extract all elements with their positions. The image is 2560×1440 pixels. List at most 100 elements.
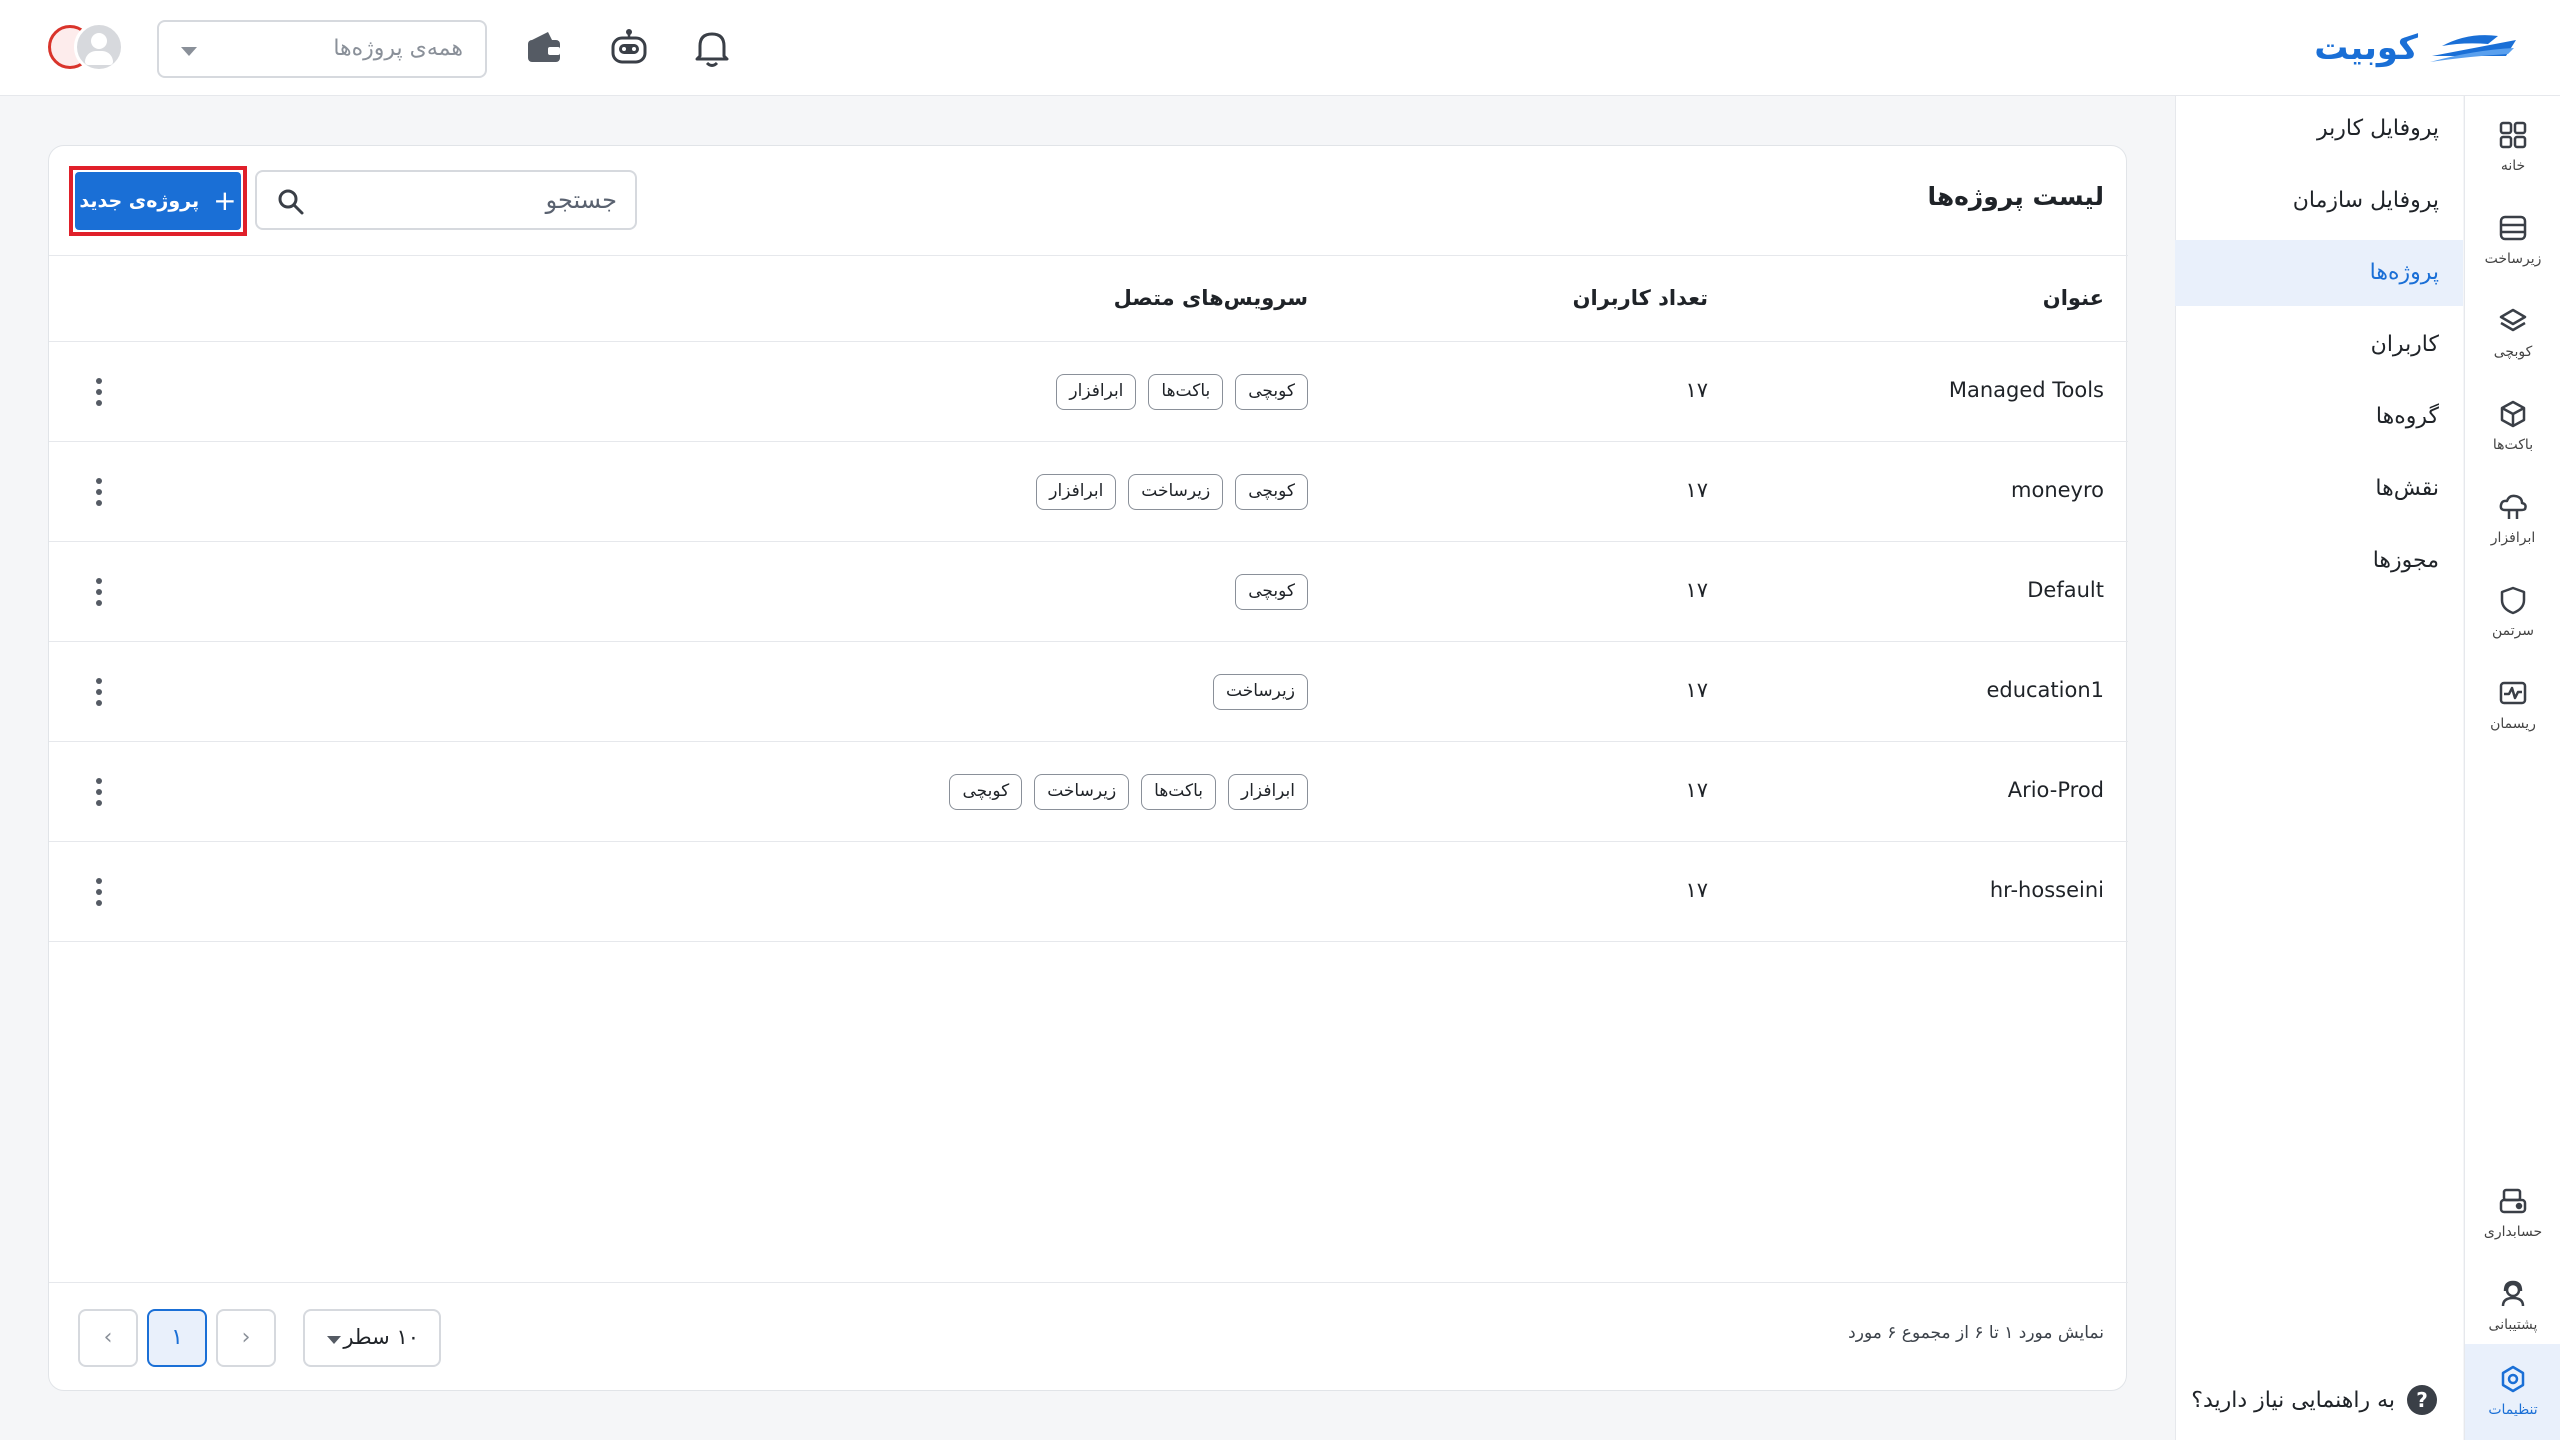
project-select-placeholder: همه‌ی پروژه‌ها [333, 36, 463, 61]
service-chip: ابرافزار [1036, 474, 1117, 510]
brand-logo[interactable]: کوبیت [2314, 24, 2520, 72]
column-title: عنوان [2042, 286, 2104, 310]
project-select[interactable]: همه‌ی پروژه‌ها [157, 20, 487, 78]
row-menu-icon[interactable] [89, 576, 109, 608]
submenu-permissions[interactable]: مجوزها [2175, 528, 2463, 594]
table-row[interactable]: Ario-Prod ۱۷ ابرافزار باکت‌ها زیرساخت کو… [49, 742, 2128, 842]
cloud-icon [2499, 494, 2527, 519]
search-field[interactable] [255, 170, 637, 230]
table-row[interactable]: moneyro ۱۷ کوبچی زیرساخت ابرافزار [49, 442, 2128, 542]
table-row[interactable]: hr-hosseini ۱۷ [49, 842, 2128, 942]
new-project-label: پروژه‌ی جدید [79, 190, 200, 212]
monitor-wave-icon [2499, 681, 2527, 705]
chevron-left-icon: ‹ [103, 1325, 113, 1350]
nav-buckets-label: باکت‌ها [2492, 437, 2534, 453]
accounting-icon [2499, 1188, 2527, 1214]
row-menu-icon[interactable] [89, 876, 109, 908]
help-label: به راهنمایی نیاز دارید؟ [2191, 1387, 2395, 1413]
server-icon [2499, 215, 2527, 241]
service-chip: ابرافزار [1228, 774, 1308, 810]
nav-risman-label: ریسمان [2490, 716, 2536, 732]
project-title: education1 [1986, 678, 2104, 702]
nav-buckets[interactable]: باکت‌ها [2465, 389, 2560, 469]
wallet-icon[interactable] [522, 26, 566, 70]
service-chip: زیرساخت [1128, 474, 1224, 510]
project-users-count: ۱۷ [1685, 378, 1708, 402]
service-chip: زیرساخت [1034, 774, 1130, 810]
bell-icon[interactable] [690, 26, 734, 70]
shield-icon [2500, 586, 2526, 615]
table-row[interactable]: education1 ۱۷ زیرساخت [49, 642, 2128, 742]
row-menu-icon[interactable] [89, 776, 109, 808]
support-icon [2501, 1280, 2525, 1307]
submenu-roles[interactable]: نقش‌ها [2175, 456, 2463, 522]
service-chip: باکت‌ها [1141, 774, 1216, 810]
projects-card: لیست پروژه‌ها + پروژه‌ی جدید عنوان تعداد… [48, 145, 2128, 1391]
chevron-down-icon [181, 47, 197, 56]
new-project-button-body[interactable]: + پروژه‌ی جدید [75, 172, 241, 230]
settings-icon [2501, 1365, 2525, 1393]
submenu-groups[interactable]: گروه‌ها [2175, 384, 2463, 450]
column-users: تعداد کاربران [1572, 286, 1708, 310]
nav-support[interactable]: پشتیبانی [2465, 1269, 2560, 1349]
submenu-projects[interactable]: پروژه‌ها [2175, 240, 2463, 306]
column-services: سرویس‌های متصل [1113, 286, 1308, 310]
search-icon [278, 189, 304, 215]
card-header: لیست پروژه‌ها + پروژه‌ی جدید [49, 146, 2128, 256]
previous-page-button[interactable]: › [216, 1309, 276, 1367]
nav-infrastructure-label: زیرساخت [2484, 251, 2542, 267]
nav-risman[interactable]: ریسمان [2465, 668, 2560, 748]
project-users-count: ۱۷ [1685, 878, 1708, 902]
nav-kubchi[interactable]: کوبچی [2465, 296, 2560, 376]
service-chips: کوبچی [1235, 574, 1308, 610]
cube-icon [2500, 400, 2526, 428]
table-row[interactable]: Default ۱۷ کوبچی [49, 542, 2128, 642]
new-project-button[interactable]: + پروژه‌ی جدید [69, 166, 247, 236]
submenu-users[interactable]: کاربران [2175, 312, 2463, 378]
nav-accounting-label: حسابداری [2483, 1224, 2543, 1240]
service-chips: کوبچی باکت‌ها ابرافزار [1056, 374, 1308, 410]
service-chip: کوبچی [1235, 374, 1308, 410]
project-users-count: ۱۷ [1685, 678, 1708, 702]
service-chip: کوبچی [1235, 474, 1308, 510]
page-title: لیست پروژه‌ها [1927, 182, 2104, 211]
submenu-organization-profile[interactable]: پروفایل سازمان [2175, 168, 2463, 234]
plus-icon: + [213, 184, 237, 217]
help-link[interactable]: ? به راهنمایی نیاز دارید؟ [2191, 1380, 2437, 1420]
row-menu-icon[interactable] [89, 376, 109, 408]
service-chips: کوبچی زیرساخت ابرافزار [1036, 474, 1308, 510]
page-button-current[interactable]: ۱ [147, 1309, 207, 1367]
row-menu-icon[interactable] [89, 676, 109, 708]
nav-sartaman[interactable]: سرتمن [2465, 575, 2560, 655]
nav-home-label: خانه [2500, 158, 2526, 174]
user-avatar[interactable] [48, 22, 124, 74]
table-row[interactable]: Managed Tools ۱۷ کوبچی باکت‌ها ابرافزار [49, 342, 2128, 442]
chevron-down-icon [327, 1336, 341, 1344]
layers-icon [2499, 308, 2527, 332]
table-header: عنوان تعداد کاربران سرویس‌های متصل [49, 256, 2128, 342]
nav-abrafzar[interactable]: ابرافزار [2465, 482, 2560, 562]
project-title: Ario-Prod [2007, 778, 2104, 802]
nav-settings[interactable]: تنظیمات [2465, 1344, 2560, 1440]
service-chip: ابرافزار [1056, 374, 1137, 410]
nav-infrastructure[interactable]: زیرساخت [2465, 203, 2560, 283]
project-title: Managed Tools [1948, 378, 2104, 402]
pagination-summary: نمایش مورد ۱ تا ۶ از مجموع ۶ مورد [1848, 1323, 2104, 1343]
top-bar: کوبیت همه‌ی پروژه‌ها [0, 0, 2560, 96]
ship-logo-icon [2430, 35, 2516, 62]
nav-kubchi-label: کوبچی [2493, 344, 2533, 360]
nav-sartaman-label: سرتمن [2491, 623, 2535, 639]
settings-submenu: پروفایل کاربر پروفایل سازمان پروژه‌ها کا… [2175, 96, 2463, 1440]
rows-per-page-select[interactable]: ۱۰ سطر [303, 1309, 441, 1367]
row-menu-icon[interactable] [89, 476, 109, 508]
nav-home[interactable]: خانه [2465, 110, 2560, 190]
question-icon: ? [2407, 1385, 2437, 1415]
search-input[interactable] [327, 184, 617, 216]
table-footer: نمایش مورد ۱ تا ۶ از مجموع ۶ مورد ۱۰ سطر… [49, 1282, 2128, 1390]
project-title: Default [2027, 578, 2104, 602]
brand-name: کوبیت [2314, 28, 2418, 68]
next-page-button[interactable]: ‹ [78, 1309, 138, 1367]
submenu-user-profile[interactable]: پروفایل کاربر [2175, 96, 2463, 162]
robot-icon[interactable] [607, 26, 651, 70]
nav-accounting[interactable]: حسابداری [2465, 1176, 2560, 1256]
